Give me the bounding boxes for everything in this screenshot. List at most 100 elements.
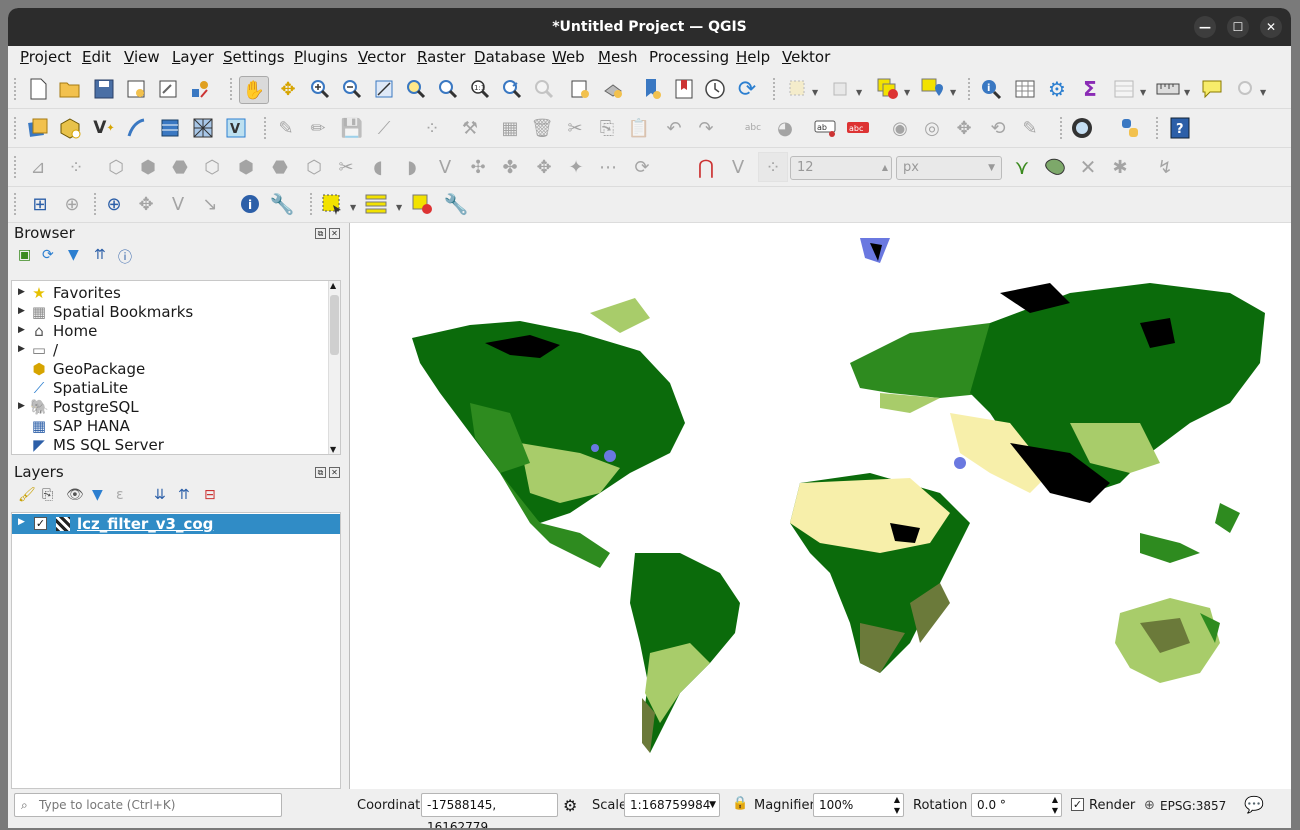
new-3d-map-view-icon[interactable]	[601, 77, 625, 101]
locator-dropdown-icon[interactable]: ▼	[1260, 88, 1266, 97]
data-source-manager-icon[interactable]	[26, 116, 50, 140]
add-ring-icon[interactable]: ⬡	[104, 155, 128, 179]
change-label-icon[interactable]: ✎	[1018, 116, 1042, 140]
menu-mesh[interactable]: Mesh	[598, 48, 638, 66]
coordinate-field[interactable]: -17588145, 16162779	[421, 793, 558, 828]
annotation-tool-icon[interactable]: ⊞	[28, 192, 52, 216]
deselect-icon[interactable]	[830, 77, 854, 101]
render-checkbox[interactable]: ✓	[1071, 798, 1084, 811]
pin-labels-icon[interactable]: ◉	[888, 116, 912, 140]
new-spatialite-layer-icon[interactable]	[124, 116, 148, 140]
rotate-label-icon[interactable]: ⟲	[986, 116, 1010, 140]
browser-item-mssql[interactable]: ◤ MS SQL Server	[12, 436, 327, 455]
open-project-icon[interactable]	[58, 77, 82, 101]
messages-icon[interactable]: 💬	[1244, 795, 1264, 814]
new-temporary-layer-icon[interactable]: V	[224, 116, 248, 140]
enable-properties-icon[interactable]: ⓘ	[118, 247, 132, 267]
select-features-icon[interactable]	[786, 77, 810, 101]
close-button[interactable]: ✕	[1260, 16, 1282, 38]
float-panel-button[interactable]: ⧉	[315, 467, 326, 478]
enable-snapping-icon[interactable]: ⋂	[694, 155, 718, 179]
remove-layer-icon[interactable]: ⊟	[204, 487, 216, 503]
map-canvas[interactable]	[349, 223, 1291, 789]
refresh-browser-icon[interactable]: ⟳	[42, 247, 54, 263]
redo-icon[interactable]: ↷	[694, 116, 718, 140]
fill-ring-icon[interactable]: ⬣	[168, 155, 192, 179]
temporal-controller-icon[interactable]	[703, 77, 727, 101]
expand-arrow-icon[interactable]: ▶	[18, 287, 25, 297]
edit-vector-icon[interactable]: V	[166, 192, 190, 216]
layer-row-lcz[interactable]: ▶ ✓ lcz_filter_v3_cog	[12, 514, 340, 534]
measure-dropdown-icon[interactable]: ▼	[1184, 88, 1190, 97]
layout-manager-icon[interactable]	[156, 77, 180, 101]
new-mesh-layer-icon[interactable]	[191, 116, 215, 140]
snapping-mode-icon[interactable]: V	[726, 155, 750, 179]
select-dropdown-icon[interactable]: ▼	[812, 88, 818, 97]
identify-features-icon[interactable]: i	[979, 77, 1003, 101]
browser-item-postgresql[interactable]: ▶ 🐘 PostgreSQL	[12, 398, 327, 417]
field-calc-dropdown-icon[interactable]: ▼	[1140, 88, 1146, 97]
merge-selected-icon[interactable]: ◗	[400, 155, 424, 179]
zoom-last-icon[interactable]	[500, 77, 524, 101]
crs-button[interactable]: EPSG:3857	[1160, 799, 1226, 813]
deselect-all-icon[interactable]	[876, 77, 900, 101]
undo-icon[interactable]: ↶	[662, 116, 686, 140]
topological-editing-icon[interactable]: ⋎	[1010, 155, 1034, 179]
reshape-features-icon[interactable]: ⬣	[268, 155, 292, 179]
save-project-icon[interactable]	[92, 77, 116, 101]
manage-map-themes-icon[interactable]: 👁	[66, 487, 84, 503]
delete-selected-icon[interactable]: ▦	[498, 116, 522, 140]
field-calculator-icon[interactable]	[1112, 77, 1136, 101]
add-group-icon[interactable]: ⎘	[42, 487, 53, 503]
copy-features-icon[interactable]: ⎘	[595, 116, 619, 140]
browser-scrollbar[interactable]: ▲ ▼	[328, 281, 340, 454]
merge-attributes-icon[interactable]: V	[433, 155, 457, 179]
pan-to-selection-icon[interactable]: ✥	[276, 77, 300, 101]
magnifier-field[interactable]: 100% ▲ ▼	[813, 793, 904, 817]
trim-extend-icon[interactable]: ⋯	[596, 155, 620, 179]
python-console-icon[interactable]	[1118, 116, 1142, 140]
new-spatial-bookmark-icon[interactable]	[640, 77, 664, 101]
zoom-in-icon[interactable]	[308, 77, 332, 101]
map-tips-icon[interactable]	[1200, 77, 1224, 101]
menu-project[interactable]: Project	[20, 48, 71, 66]
filter-legend-icon[interactable]: ▼	[92, 487, 103, 503]
toggle-editing-icon[interactable]: ✏	[306, 116, 330, 140]
rotate-features-icon[interactable]: ⟳	[630, 155, 654, 179]
toolbar-grip[interactable]	[14, 156, 17, 178]
menu-processing[interactable]: Processing	[649, 48, 729, 66]
add-part-icon[interactable]: ⬢	[136, 155, 160, 179]
add-vector-feature-icon[interactable]: ⊕	[102, 192, 126, 216]
toolbar-grip[interactable]	[264, 117, 267, 139]
toolbar-grip[interactable]	[14, 78, 17, 100]
filter-expression-icon[interactable]: ε	[116, 487, 124, 503]
select-by-location-icon[interactable]	[920, 77, 944, 101]
scrollbar-thumb[interactable]	[330, 295, 339, 355]
split-features-icon[interactable]: ✂	[334, 155, 358, 179]
toolbar-grip[interactable]	[94, 193, 97, 215]
browser-item-spatialite[interactable]: ⟋ SpatiaLite	[12, 379, 327, 398]
browser-item-favorites[interactable]: ▶ ★ Favorites	[12, 284, 327, 303]
menu-vector[interactable]: Vector	[358, 48, 406, 66]
zoom-out-icon[interactable]	[340, 77, 364, 101]
statistical-summary-icon[interactable]: Σ	[1078, 77, 1102, 101]
menu-settings[interactable]: Settings	[223, 48, 285, 66]
help-contents-icon[interactable]: ?	[1168, 116, 1192, 140]
menu-help[interactable]: Help	[736, 48, 770, 66]
float-panel-button[interactable]: ⧉	[315, 228, 326, 239]
select-attr-dropdown-icon[interactable]: ▼	[396, 203, 402, 212]
menu-web[interactable]: Web	[552, 48, 585, 66]
scroll-down-icon[interactable]: ▼	[330, 445, 336, 454]
label-toolbar-icon[interactable]: abc	[846, 116, 870, 140]
toggle-extents-icon[interactable]: ⚙	[563, 796, 577, 815]
crs-globe-icon[interactable]: ⊕	[1144, 798, 1155, 813]
snapping-type-icon[interactable]: ⁘	[758, 152, 788, 182]
split-parts-icon[interactable]: ◖	[366, 155, 390, 179]
locator-search-input[interactable]: ⌕ Type to locate (Ctrl+K)	[14, 793, 282, 817]
toolbar-grip[interactable]	[14, 193, 17, 215]
expand-arrow-icon[interactable]: ▶	[18, 325, 25, 335]
browser-item-root[interactable]: ▶ ▭ /	[12, 341, 327, 360]
menu-layer[interactable]: Layer	[172, 48, 214, 66]
zoom-to-selection-icon[interactable]	[404, 77, 428, 101]
select-rect-dropdown-icon[interactable]: ▼	[350, 203, 356, 212]
